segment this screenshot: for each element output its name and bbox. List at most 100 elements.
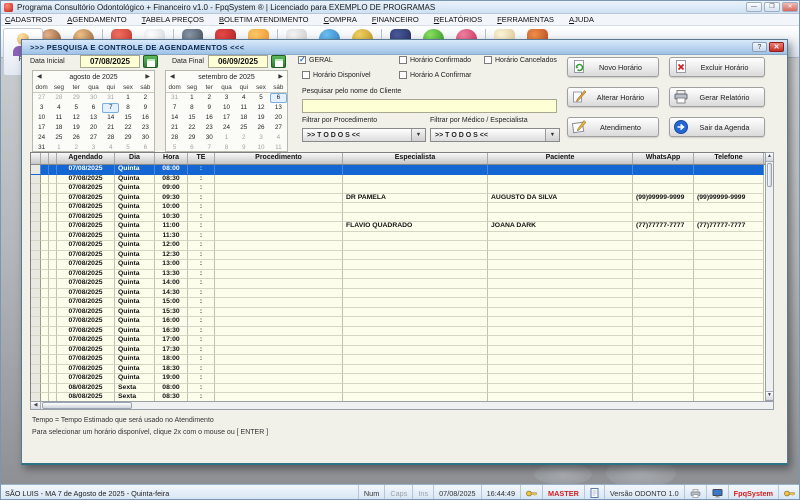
scroll-down-icon[interactable]: ▼ bbox=[766, 391, 773, 400]
calendar-day[interactable]: 27 bbox=[33, 93, 50, 103]
calendar-day[interactable]: 12 bbox=[252, 103, 269, 113]
row-selector-cell[interactable] bbox=[31, 365, 41, 375]
calendar-day[interactable]: 29 bbox=[119, 133, 136, 143]
calendar-day[interactable]: 16 bbox=[137, 113, 154, 123]
date-start-field[interactable]: 07/08/2025 bbox=[80, 55, 140, 68]
menu-item-agendamento[interactable]: AGENDAMENTO bbox=[67, 15, 126, 24]
menu-item-ferramentas[interactable]: FERRAMENTAS bbox=[497, 15, 554, 24]
table-row[interactable]: 07/08/2025Quinta12:00: bbox=[31, 241, 766, 251]
row-selector-cell[interactable] bbox=[31, 384, 41, 394]
scrollbar-thumb[interactable] bbox=[767, 163, 772, 187]
calendar-day[interactable]: 2 bbox=[235, 133, 252, 143]
calendar-day[interactable]: 28 bbox=[50, 93, 67, 103]
calendar-day[interactable]: 30 bbox=[201, 133, 218, 143]
table-column-header[interactable]: Especialista bbox=[343, 153, 488, 164]
calendar-day[interactable]: 2 bbox=[137, 93, 154, 103]
table-row[interactable]: 07/08/2025Quinta16:00: bbox=[31, 317, 766, 327]
calendar-day[interactable]: 25 bbox=[235, 123, 252, 133]
table-row[interactable]: 07/08/2025Quinta19:00: bbox=[31, 374, 766, 384]
menu-item-cadastros[interactable]: CADASTROS bbox=[5, 15, 52, 24]
table-row[interactable]: 08/08/2025Sexta08:00: bbox=[31, 384, 766, 394]
table-row[interactable]: 07/08/2025Quinta14:30: bbox=[31, 289, 766, 299]
calendar-day[interactable]: 8 bbox=[183, 103, 200, 113]
calendar-day[interactable]: 24 bbox=[33, 133, 50, 143]
row-selector-cell[interactable] bbox=[31, 222, 41, 232]
horizontal-scrollbar[interactable]: ◀ bbox=[30, 401, 774, 410]
calendar-next-icon[interactable]: ▶ bbox=[278, 72, 283, 82]
calendar-day[interactable]: 17 bbox=[218, 113, 235, 123]
minimize-button[interactable]: — bbox=[746, 2, 762, 12]
calendar-day[interactable]: 18 bbox=[50, 123, 67, 133]
dialog-help-button[interactable]: ? bbox=[752, 42, 767, 52]
calendar-day[interactable]: 26 bbox=[252, 123, 269, 133]
filter-procedimento-select[interactable]: >> T O D O S << ▼ bbox=[302, 128, 426, 142]
calendar-day[interactable]: 14 bbox=[166, 113, 183, 123]
table-row[interactable]: 07/08/2025Quinta18:30: bbox=[31, 365, 766, 375]
atendimento-button[interactable]: Atendimento bbox=[567, 117, 659, 137]
row-selector-cell[interactable] bbox=[31, 241, 41, 251]
calendar-day[interactable]: 5 bbox=[68, 103, 85, 113]
date-start-picker-button[interactable] bbox=[143, 55, 158, 68]
gerar-relatorio-button[interactable]: Gerar Relatório bbox=[669, 87, 765, 107]
row-selector-cell[interactable] bbox=[31, 213, 41, 223]
table-row[interactable]: 07/08/2025Quinta09:00: bbox=[31, 184, 766, 194]
restore-button[interactable]: ❐ bbox=[764, 2, 780, 12]
row-selector-cell[interactable] bbox=[31, 184, 41, 194]
table-row[interactable]: 07/08/2025Quinta17:30: bbox=[31, 346, 766, 356]
filter-medico-select[interactable]: >> T O D O S << ▼ bbox=[430, 128, 560, 142]
row-selector-cell[interactable] bbox=[31, 203, 41, 213]
scroll-up-icon[interactable]: ▲ bbox=[766, 153, 773, 162]
calendar-day[interactable]: 29 bbox=[183, 133, 200, 143]
calendar-day[interactable]: 19 bbox=[68, 123, 85, 133]
row-selector-cell[interactable] bbox=[31, 289, 41, 299]
calendar-day[interactable]: 9 bbox=[137, 103, 154, 113]
row-selector-cell[interactable] bbox=[31, 308, 41, 318]
table-row[interactable]: 07/08/2025Quinta14:00: bbox=[31, 279, 766, 289]
table-row[interactable]: 07/08/2025Quinta10:30: bbox=[31, 213, 766, 223]
row-selector-cell[interactable] bbox=[31, 194, 41, 204]
calendar-day[interactable]: 11 bbox=[235, 103, 252, 113]
calendar-day[interactable]: 30 bbox=[85, 93, 102, 103]
row-selector-cell[interactable] bbox=[31, 346, 41, 356]
table-row[interactable]: 07/08/2025Quinta13:30: bbox=[31, 270, 766, 280]
close-button[interactable]: ✕ bbox=[782, 2, 798, 12]
menu-item-boletim-atendimento[interactable]: BOLETIM ATENDIMENTO bbox=[219, 15, 309, 24]
row-selector-cell[interactable] bbox=[31, 251, 41, 261]
calendar-day[interactable]: 10 bbox=[218, 103, 235, 113]
date-end-picker-button[interactable] bbox=[271, 55, 286, 68]
calendar-day[interactable]: 6 bbox=[270, 93, 287, 103]
date-end-field[interactable]: 06/09/2025 bbox=[208, 55, 268, 68]
calendar-day[interactable]: 5 bbox=[252, 93, 269, 103]
table-column-header[interactable]: TE bbox=[188, 153, 215, 164]
table-column-header[interactable]: WhatsApp bbox=[633, 153, 694, 164]
checkbox-horario-a-confirmar[interactable]: Horário A Confirmar bbox=[399, 71, 471, 79]
checkbox-horario-cancelados[interactable]: Horário Cancelados bbox=[484, 56, 557, 64]
calendar-day[interactable]: 20 bbox=[85, 123, 102, 133]
calendar-day[interactable]: 4 bbox=[50, 103, 67, 113]
row-selector-cell[interactable] bbox=[31, 355, 41, 365]
menu-item-financeiro[interactable]: FINANCEIRO bbox=[372, 15, 419, 24]
row-selector-cell[interactable] bbox=[31, 279, 41, 289]
dialog-titlebar[interactable]: >>> PESQUISA E CONTROLE DE AGENDAMENTOS … bbox=[22, 40, 787, 55]
table-column-header[interactable]: Paciente bbox=[488, 153, 633, 164]
calendar-prev-icon[interactable]: ◀ bbox=[37, 72, 42, 82]
calendar-day[interactable]: 14 bbox=[102, 113, 119, 123]
scroll-left-icon[interactable]: ◀ bbox=[31, 402, 41, 409]
calendar-day[interactable]: 3 bbox=[33, 103, 50, 113]
calendar-day[interactable]: 10 bbox=[33, 113, 50, 123]
calendar-day[interactable]: 31 bbox=[102, 93, 119, 103]
calendar-day[interactable]: 4 bbox=[270, 133, 287, 143]
alterar-horario-button[interactable]: Alterar Horário bbox=[567, 87, 659, 107]
calendar-day[interactable]: 17 bbox=[33, 123, 50, 133]
row-selector-cell[interactable] bbox=[31, 374, 41, 384]
checkbox-horario-disponivel[interactable]: Horário Disponível bbox=[302, 71, 371, 79]
calendar-day[interactable]: 22 bbox=[183, 123, 200, 133]
dialog-close-button[interactable]: ✕ bbox=[769, 42, 784, 52]
calendar-day[interactable]: 3 bbox=[252, 133, 269, 143]
table-row[interactable]: 07/08/2025Quinta08:30: bbox=[31, 175, 766, 185]
table-row[interactable]: 07/08/2025Quinta13:00: bbox=[31, 260, 766, 270]
table-column-header[interactable]: Agendado bbox=[57, 153, 115, 164]
calendar-day[interactable]: 31 bbox=[166, 93, 183, 103]
calendar-day[interactable]: 27 bbox=[270, 123, 287, 133]
calendar-day[interactable]: 22 bbox=[119, 123, 136, 133]
